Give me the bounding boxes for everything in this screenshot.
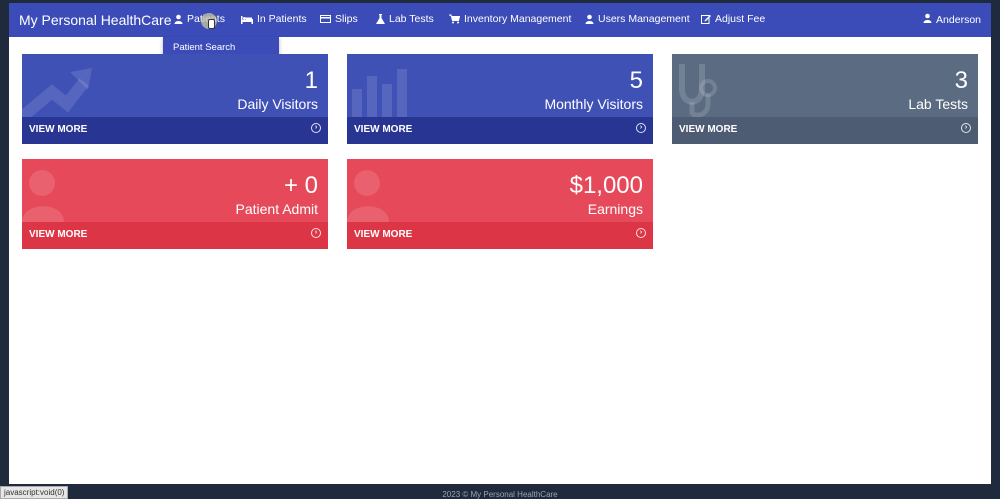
arrow-circle-right-icon: › (636, 228, 646, 238)
card-monthly-visitors: 5 Monthly Visitors VIEW MORE › (347, 54, 653, 144)
card-daily-visitors: 1 Daily Visitors VIEW MORE › (22, 54, 328, 144)
edit-icon (701, 14, 711, 24)
card-top: 5 Monthly Visitors (347, 54, 653, 117)
user-icon (923, 13, 932, 26)
navbar: My Personal HealthCare Patients In Patie… (9, 3, 991, 37)
nav-in-patients-label: In Patients (257, 13, 307, 25)
dropdown-item-patient-search[interactable]: Patient Search (173, 42, 235, 53)
card-view-more[interactable]: VIEW MORE › (22, 222, 328, 249)
card-view-more[interactable]: VIEW MORE › (347, 117, 653, 144)
card-value: 3 (954, 67, 968, 94)
view-more-label: VIEW MORE (354, 229, 413, 240)
brand-title[interactable]: My Personal HealthCare (19, 12, 172, 28)
card-earnings: $1,000 Earnings VIEW MORE › (347, 159, 653, 249)
arrow-circle-right-icon: › (311, 123, 321, 133)
nav-user-menu[interactable]: Anderson (923, 13, 981, 26)
nav-patients[interactable]: Patients (173, 13, 225, 25)
card-value: 1 (304, 67, 318, 94)
card-top: 3 Lab Tests (672, 54, 978, 117)
card-view-more[interactable]: VIEW MORE › (672, 117, 978, 144)
app-window: My Personal HealthCare Patients In Patie… (9, 3, 991, 484)
card-value: + 0 (283, 172, 318, 199)
card-value: 5 (629, 67, 643, 94)
card-lab-tests: 3 Lab Tests VIEW MORE › (672, 54, 978, 144)
card-icon (320, 14, 331, 24)
nav-adjust-fee[interactable]: Adjust Fee (701, 13, 765, 25)
card-label: Monthly Visitors (544, 96, 643, 112)
user-secret-icon (584, 14, 594, 24)
view-more-label: VIEW MORE (354, 124, 413, 135)
card-label: Lab Tests (908, 96, 968, 112)
card-view-more[interactable]: VIEW MORE › (347, 222, 653, 249)
footer-copyright: 2023 © My Personal HealthCare (442, 490, 558, 499)
browser-status-bar: javascript:void(0) (0, 486, 69, 499)
hand-cursor-icon (208, 19, 215, 29)
user-icon (173, 14, 183, 24)
card-value: $1,000 (569, 172, 643, 199)
nav-lab-tests-label: Lab Tests (389, 13, 434, 25)
card-view-more[interactable]: VIEW MORE › (22, 117, 328, 144)
card-label: Patient Admit (235, 201, 319, 217)
card-label: Daily Visitors (237, 96, 318, 112)
nav-slips[interactable]: Slips (320, 13, 358, 25)
nav-lab-tests[interactable]: Lab Tests (375, 13, 434, 25)
bed-icon (241, 14, 253, 24)
nav-in-patients[interactable]: In Patients (241, 13, 307, 25)
nav-inventory[interactable]: Inventory Management (449, 13, 571, 25)
nav-slips-label: Slips (335, 13, 358, 25)
card-label: Earnings (587, 201, 643, 217)
arrow-circle-right-icon: › (636, 123, 646, 133)
card-top: + 0 Patient Admit (22, 159, 328, 222)
cart-icon (449, 14, 460, 24)
nav-users-label: Users Management (598, 13, 690, 25)
nav-user-label: Anderson (936, 13, 981, 26)
arrow-circle-right-icon: › (311, 228, 321, 238)
card-top: 1 Daily Visitors (22, 54, 328, 117)
card-patient-admit: + 0 Patient Admit VIEW MORE › (22, 159, 328, 249)
flask-icon (375, 14, 385, 24)
nav-inventory-label: Inventory Management (464, 13, 572, 25)
view-more-label: VIEW MORE (679, 124, 738, 135)
nav-users[interactable]: Users Management (584, 13, 690, 25)
view-more-label: VIEW MORE (29, 229, 88, 240)
view-more-label: VIEW MORE (29, 124, 88, 135)
card-top: $1,000 Earnings (347, 159, 653, 222)
arrow-circle-right-icon: › (961, 123, 971, 133)
nav-adjust-fee-label: Adjust Fee (715, 13, 766, 25)
